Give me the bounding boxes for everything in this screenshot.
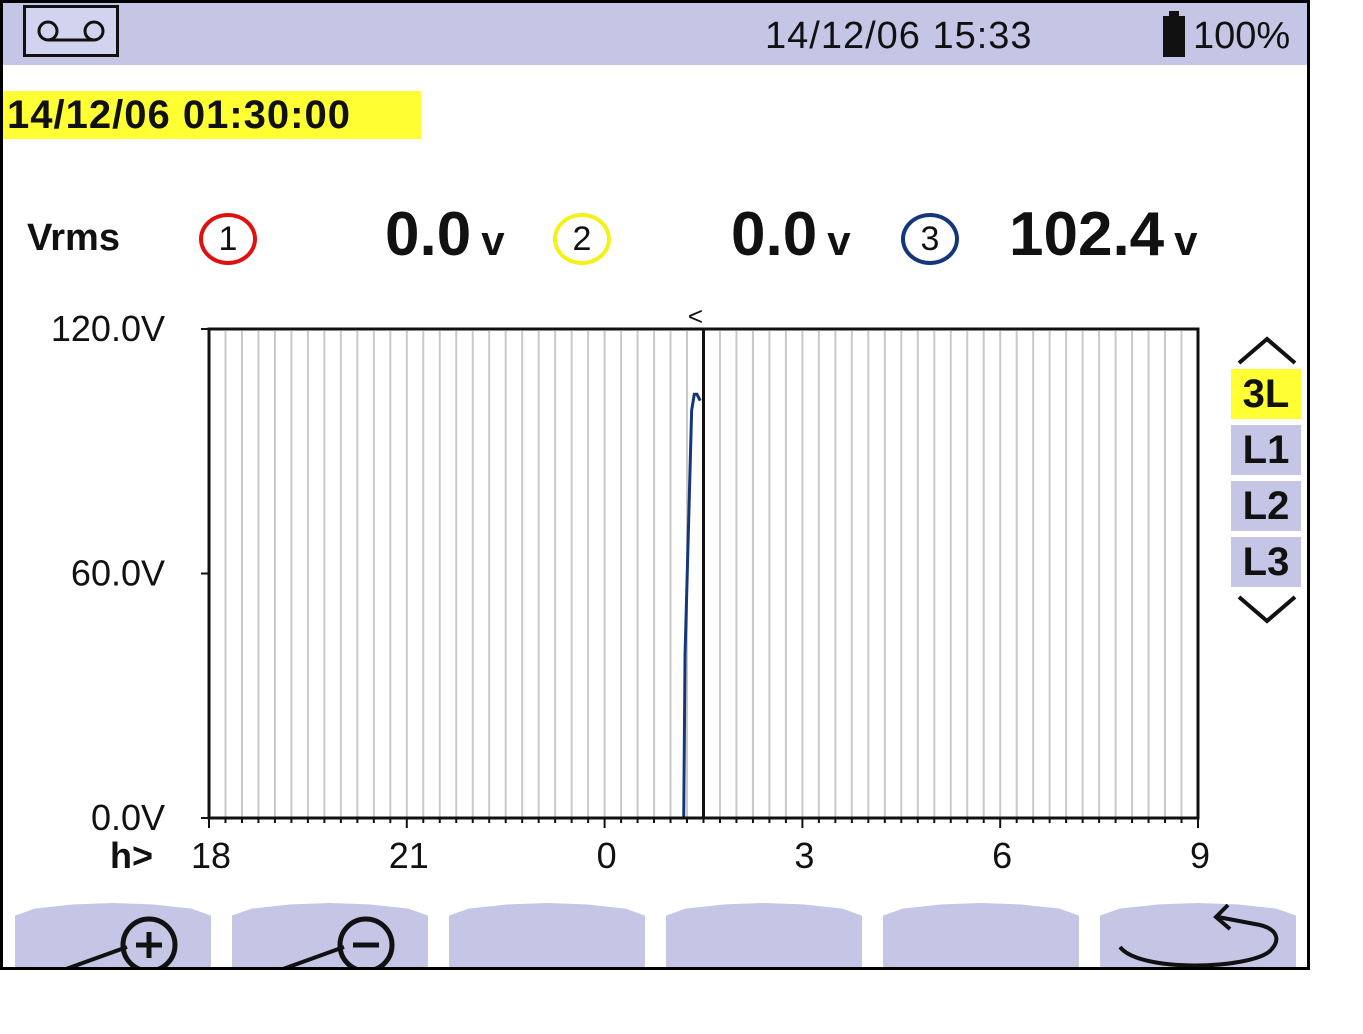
phase-2-value: 0.0 [731,200,818,269]
zoom-out-icon [271,916,395,967]
phase-option-l3[interactable]: L3 [1231,537,1301,587]
phase-2-reading: 0.0 v [731,199,851,270]
x-tick-label: 21 [389,835,429,876]
phase-option-l2[interactable]: L2 [1231,481,1301,531]
x-axis-label: h> [110,835,153,876]
x-tick-label: 0 [597,835,617,876]
x-tick-label: 18 [191,835,231,876]
zoom-out-button[interactable] [232,903,428,967]
return-icon [1118,903,1279,967]
chevron-up-icon[interactable] [1229,333,1305,369]
return-button[interactable] [1100,903,1296,967]
phase-option-l1[interactable]: L1 [1231,425,1301,475]
phase-option-3l[interactable]: 3L [1231,369,1301,419]
x-tick-label: 3 [794,835,814,876]
instrument-screen: 14/12/06 15:33 100% 14/12/06 01:30:00 Vr… [0,0,1310,970]
battery-icon [1163,11,1185,57]
phase-3-badge: 3 [901,213,959,265]
y-tick-label: 0.0V [91,797,165,838]
zoom-in-icon [54,916,178,967]
tape-record-icon[interactable] [23,5,119,57]
y-tick-label: 120.0V [51,308,165,349]
chevron-down-icon[interactable] [1229,591,1305,627]
phase-3-reading: 102.4 v [1009,199,1198,270]
status-datetime: 14/12/06 15:33 [765,15,1033,57]
cursor-marker: < [688,301,703,331]
cursor-timestamp: 14/12/06 01:30:00 [3,91,421,139]
x-tick-label: 9 [1190,835,1210,876]
measurement-label: Vrms [27,217,120,259]
phase-3-value: 102.4 [1009,200,1165,269]
phase-1-reading: 0.0 v [385,199,505,270]
status-bar: 14/12/06 15:33 100% [3,3,1307,65]
phase-2-unit: v [827,217,851,264]
phase-1-unit: v [481,217,505,264]
phase-3-unit: v [1174,217,1198,264]
softkey-4[interactable] [666,903,862,967]
x-tick-label: 6 [992,835,1012,876]
phase-1-badge: 1 [199,213,257,265]
y-tick-label: 60.0V [71,553,165,594]
trend-chart[interactable]: 0.0V 60.0V 120.0V 18 21 0 3 6 9 h> < [3,293,1223,893]
phase-2-badge: 2 [553,213,611,265]
battery-level: 100% [1193,15,1291,57]
softkey-5[interactable] [883,903,1079,967]
zoom-in-button[interactable] [15,903,211,967]
softkey-3[interactable] [449,903,645,967]
phase-1-value: 0.0 [385,200,472,269]
